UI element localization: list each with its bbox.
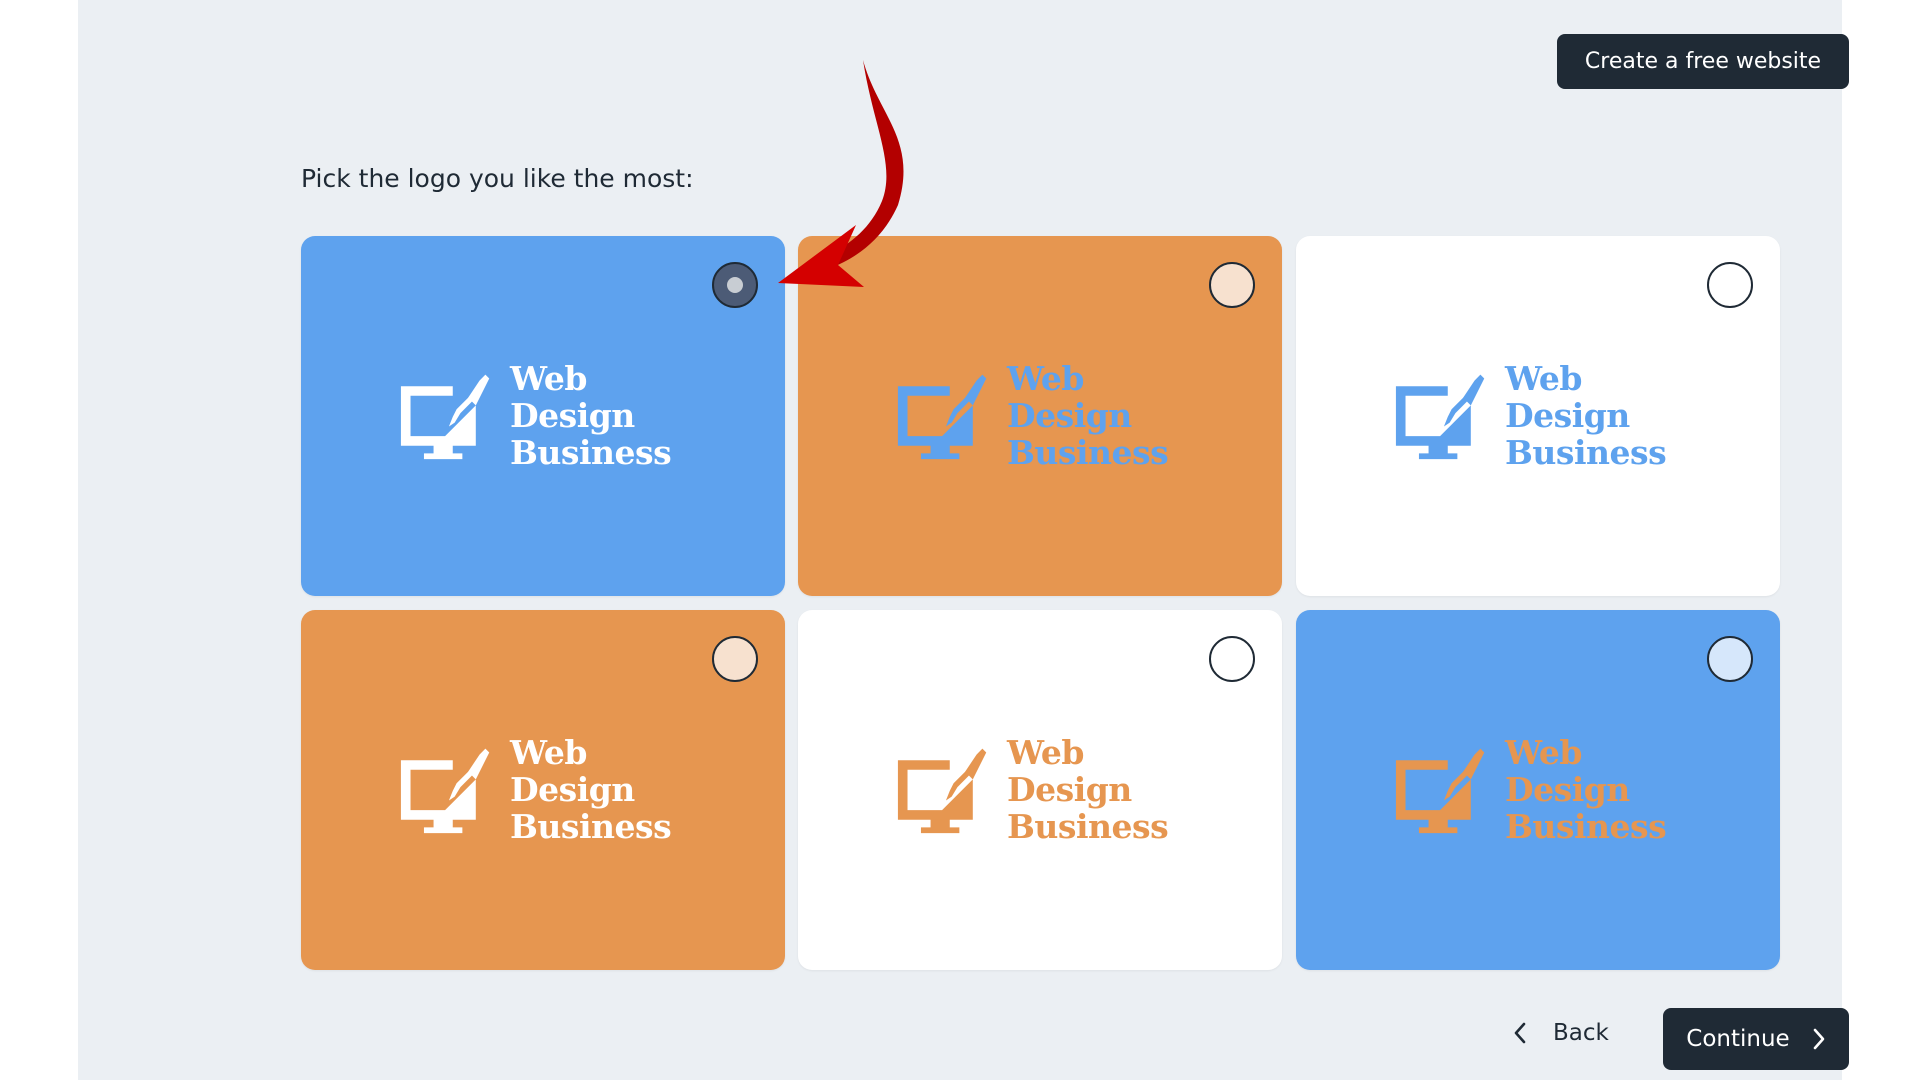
monitor-brush-icon <box>1395 374 1485 460</box>
logo-preview: Web Design Business <box>896 358 1196 472</box>
logo-option-card-6[interactable]: Web Design Business <box>1296 610 1780 970</box>
logo-text-web: Web <box>510 732 587 772</box>
logo-text-design: Design <box>510 395 635 435</box>
logo-option-card-4[interactable]: Web Design Business <box>301 610 785 970</box>
logo-preview: Web Design Business <box>399 358 699 472</box>
logo-option-card-3[interactable]: Web Design Business <box>1296 236 1780 596</box>
logo-preview: Web Design Business <box>896 732 1196 846</box>
logo-options-grid: Web Design Business Web Design Business <box>301 236 1780 970</box>
continue-button[interactable]: Continue <box>1663 1008 1849 1070</box>
logo-option-card-5[interactable]: Web Design Business <box>798 610 1282 970</box>
logo-text-business: Business <box>1007 806 1169 846</box>
logo-preview: Web Design Business <box>1394 358 1694 472</box>
logo-preview: Web Design Business <box>1394 732 1694 846</box>
logo-option-card-1[interactable]: Web Design Business <box>301 236 785 596</box>
logo-text-design: Design <box>510 769 635 809</box>
monitor-brush-icon <box>897 748 987 834</box>
chevron-right-icon <box>1813 1028 1825 1050</box>
logo-text-design: Design <box>1007 769 1132 809</box>
logo-text-web: Web <box>510 358 587 398</box>
continue-button-label: Continue <box>1686 1026 1790 1052</box>
logo-text-business: Business <box>510 432 672 472</box>
logo-text-business: Business <box>1505 432 1667 472</box>
logo-option-radio-1[interactable] <box>712 262 758 308</box>
logo-text-web: Web <box>1505 358 1582 398</box>
logo-text-web: Web <box>1505 732 1582 772</box>
monitor-brush-icon <box>400 374 490 460</box>
monitor-brush-icon <box>400 748 490 834</box>
logo-picker-page: Create a free website Pick the logo you … <box>78 0 1849 1080</box>
monitor-brush-icon <box>1395 748 1485 834</box>
monitor-brush-icon <box>897 374 987 460</box>
logo-text-business: Business <box>1007 432 1169 472</box>
logo-text-design: Design <box>1505 769 1630 809</box>
logo-text-design: Design <box>1505 395 1630 435</box>
back-button-label: Back <box>1553 1020 1609 1046</box>
page-prompt: Pick the logo you like the most: <box>301 164 694 193</box>
back-button[interactable]: Back <box>1505 1005 1617 1061</box>
logo-text-business: Business <box>1505 806 1667 846</box>
logo-text-web: Web <box>1007 358 1084 398</box>
radio-selected-dot <box>727 277 743 293</box>
logo-text-design: Design <box>1007 395 1132 435</box>
logo-option-radio-2[interactable] <box>1209 262 1255 308</box>
logo-option-card-2[interactable]: Web Design Business <box>798 236 1282 596</box>
logo-text-business: Business <box>510 806 672 846</box>
logo-option-radio-3[interactable] <box>1707 262 1753 308</box>
logo-preview: Web Design Business <box>399 732 699 846</box>
logo-option-radio-6[interactable] <box>1707 636 1753 682</box>
chevron-left-icon <box>1514 1022 1526 1044</box>
create-free-website-button[interactable]: Create a free website <box>1557 34 1849 89</box>
logo-text-web: Web <box>1007 732 1084 772</box>
logo-option-radio-5[interactable] <box>1209 636 1255 682</box>
logo-option-radio-4[interactable] <box>712 636 758 682</box>
